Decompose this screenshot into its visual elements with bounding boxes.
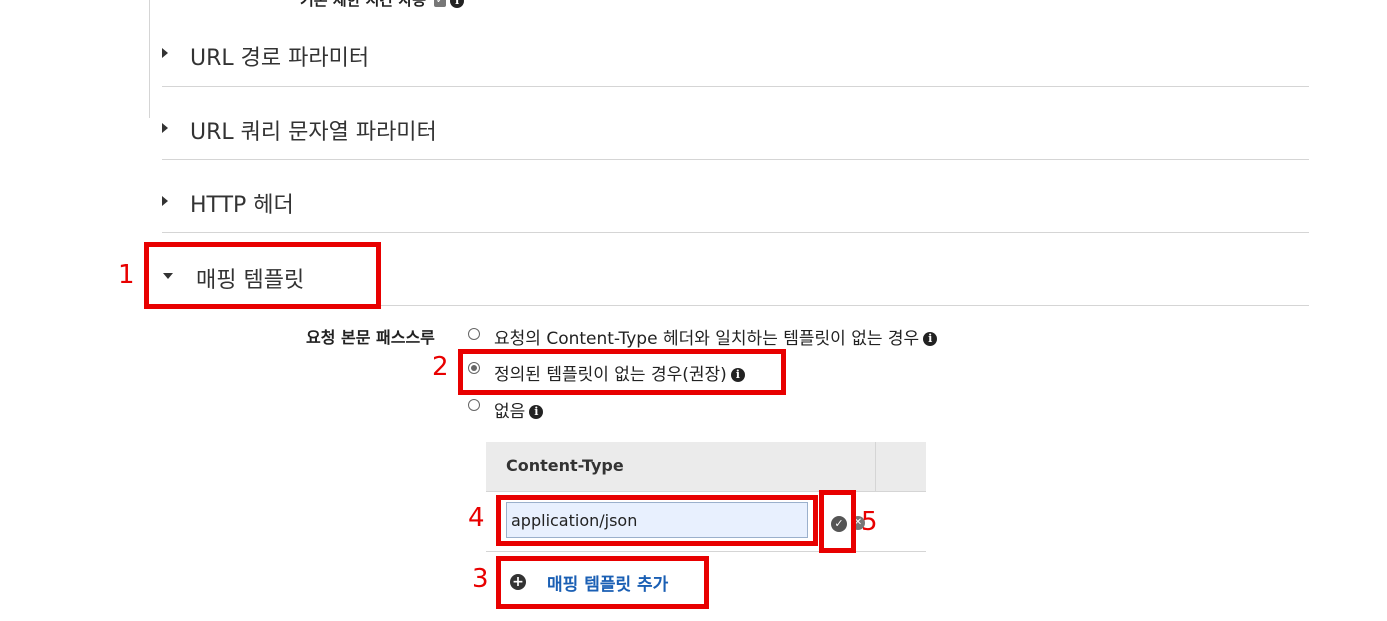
annotation-box-5	[819, 490, 856, 553]
option-label: 요청의 Content-Type 헤더와 일치하는 템플릿이 없는 경우	[494, 329, 920, 349]
annotation-number-5: 5	[861, 507, 878, 537]
option-never[interactable]: 없음 i	[494, 397, 544, 422]
radio-when-no-match[interactable]	[468, 328, 480, 340]
option-label: 없음	[494, 402, 526, 422]
option-when-no-match[interactable]: 요청의 Content-Type 헤더와 일치하는 템플릿이 없는 경우 i	[494, 324, 938, 349]
caret-right-icon	[162, 48, 168, 58]
section-label: HTTP 헤더	[190, 193, 294, 218]
info-icon[interactable]: i	[529, 405, 544, 419]
caret-right-icon	[162, 196, 168, 206]
default-timeout-label: 기본 제한 시간 사용	[300, 0, 427, 9]
section-url-path-parameters[interactable]: URL 경로 파라미터	[162, 14, 1309, 87]
checkbox-checked-icon[interactable]: ✓	[434, 0, 447, 7]
info-icon[interactable]: i	[923, 332, 938, 346]
annotation-number-2: 2	[432, 352, 449, 382]
section-url-query-parameters[interactable]: URL 쿼리 문자열 파라미터	[162, 87, 1309, 160]
annotation-box-1	[144, 242, 381, 309]
passthrough-label: 요청 본문 패스스루	[306, 328, 435, 347]
content-type-column-header: Content-Type	[506, 456, 624, 475]
info-icon[interactable]: i	[450, 0, 465, 8]
annotation-number-3: 3	[472, 564, 489, 594]
section-label: URL 경로 파라미터	[190, 46, 370, 71]
row-divider	[486, 551, 926, 552]
section-http-headers[interactable]: HTTP 헤더	[162, 160, 1309, 233]
annotation-box-3	[496, 556, 709, 609]
left-divider	[149, 0, 150, 118]
column-divider	[875, 442, 876, 491]
annotation-number-4: 4	[468, 503, 485, 533]
section-label: URL 쿼리 문자열 파라미터	[190, 120, 437, 145]
radio-never[interactable]	[468, 399, 480, 411]
annotation-number-1: 1	[118, 260, 135, 290]
annotation-box-4	[496, 495, 818, 546]
content-type-table-header: Content-Type	[486, 442, 926, 492]
annotation-box-2	[458, 349, 786, 395]
caret-right-icon	[162, 123, 168, 133]
default-timeout-setting: 기본 제한 시간 사용 ✓ i	[300, 0, 465, 10]
